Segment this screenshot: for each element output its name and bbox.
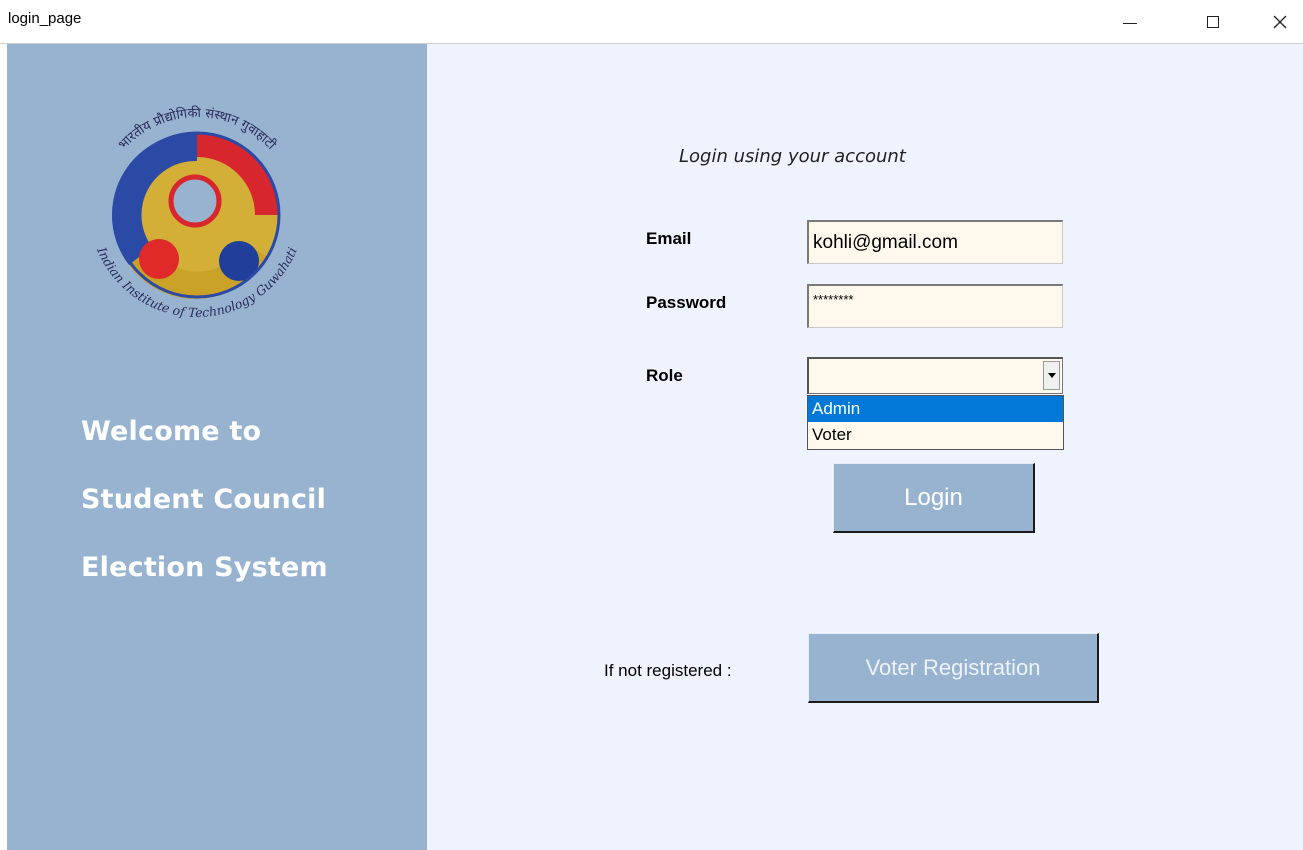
login-subtitle: Login using your account [679, 146, 906, 167]
chevron-down-icon [1047, 373, 1056, 378]
role-label: Role [646, 366, 683, 385]
window-title: login_page [8, 10, 82, 27]
minimize-icon [1123, 22, 1137, 24]
close-icon [1273, 15, 1287, 29]
welcome-line-2: Student Council [81, 484, 327, 515]
role-option-admin[interactable]: Admin [808, 396, 1063, 422]
role-dropdown-button[interactable] [1043, 361, 1060, 390]
title-bar: login_page [0, 0, 1303, 44]
register-prompt: If not registered : [604, 661, 732, 680]
role-dropdown-list: Admin Voter [807, 395, 1064, 450]
welcome-line-3: Election System [81, 552, 328, 583]
login-panel: Login using your account Email Password … [427, 44, 1303, 850]
password-field[interactable]: ******** [807, 284, 1063, 328]
close-button[interactable] [1257, 0, 1303, 44]
role-option-voter[interactable]: Voter [808, 422, 1063, 448]
iit-guwahati-logo: भारतीय प्रौद्योगिकी संस्थान गुवाहाटी Ind… [94, 105, 300, 320]
maximize-button[interactable] [1190, 0, 1236, 44]
email-field[interactable] [807, 220, 1063, 264]
role-select[interactable] [807, 357, 1063, 394]
minimize-button[interactable] [1107, 0, 1153, 44]
welcome-line-1: Welcome to [81, 416, 262, 447]
password-label: Password [646, 293, 727, 312]
sidebar: भारतीय प्रौद्योगिकी संस्थान गुवाहाटी Ind… [7, 44, 427, 850]
login-button[interactable]: Login [833, 463, 1035, 533]
maximize-icon [1207, 16, 1219, 28]
voter-registration-button[interactable]: Voter Registration [808, 633, 1099, 703]
email-label: Email [646, 229, 692, 248]
